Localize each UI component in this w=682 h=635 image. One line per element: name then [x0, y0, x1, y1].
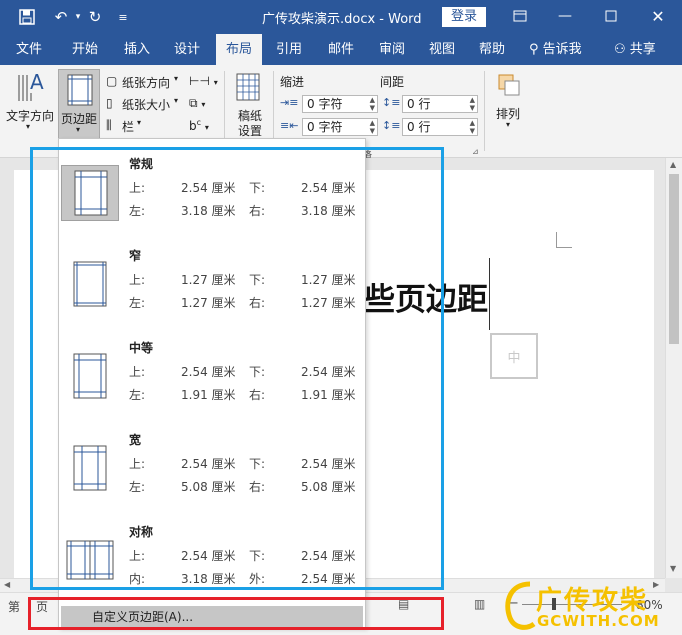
- columns-icon: ⫼: [106, 118, 112, 132]
- close-icon[interactable]: ✕: [643, 4, 673, 28]
- scroll-right-icon[interactable]: ▶: [653, 580, 659, 589]
- spin-arrows-icon[interactable]: ▲ ▼: [370, 119, 375, 135]
- ribbon-tabs: 文件 开始 插入 设计 布局 引用 邮件 审阅 视图 帮助 ⚲ 告诉我 ⚇ 共享: [0, 34, 682, 65]
- search-icon: ⚲: [529, 42, 539, 57]
- manuscript-label-line2: 设置: [238, 124, 263, 138]
- paragraph-dialog-launcher-icon[interactable]: ⊿: [472, 147, 479, 156]
- breaks-icon[interactable]: ⊢⊣ ▾: [189, 74, 218, 88]
- columns-dropdown-icon: ▾: [137, 118, 142, 127]
- scroll-thumb[interactable]: [669, 174, 679, 344]
- vertical-scrollbar[interactable]: ▲ ▼: [665, 158, 682, 578]
- spacing-after-input[interactable]: 0 行 ▲ ▼: [402, 118, 478, 136]
- margins-button[interactable]: 页边距 ▾: [58, 69, 100, 139]
- customize-qat-icon[interactable]: ≡: [112, 6, 134, 28]
- size-icon: ▯: [106, 96, 113, 110]
- watermark-url: GCWITH.COM: [537, 612, 660, 630]
- minimize-icon[interactable]: —: [550, 4, 580, 28]
- margins-dropdown-icon: ▾: [76, 125, 81, 134]
- person-icon: ⚇: [614, 42, 626, 57]
- ribbon-display-icon[interactable]: [505, 4, 535, 28]
- indent-left-input[interactable]: 0 字符 ▲ ▼: [302, 95, 378, 113]
- indent-right-input[interactable]: 0 字符 ▲ ▼: [302, 118, 378, 136]
- orientation-label: 纸张方向: [122, 76, 171, 90]
- page-indicator[interactable]: 第: [8, 598, 20, 615]
- text-direction-dropdown-icon: ▾: [26, 122, 31, 131]
- size-label: 纸张大小: [122, 98, 171, 112]
- spin-arrows-icon[interactable]: ▲ ▼: [470, 119, 475, 135]
- spacing-before-icon: ↕≡: [382, 96, 401, 109]
- tab-design[interactable]: 设计: [166, 34, 208, 65]
- save-icon[interactable]: [16, 6, 38, 28]
- ribbon-separator: [484, 71, 485, 151]
- columns-label: 栏: [122, 120, 135, 134]
- tab-references[interactable]: 引用: [268, 34, 310, 65]
- web-layout-icon[interactable]: ▥: [474, 597, 485, 611]
- spacing-after-icon: ↕≡: [382, 119, 401, 132]
- maximize-icon[interactable]: [596, 4, 626, 28]
- document-box-text: 中: [507, 350, 521, 366]
- highlight-frame-presets: [30, 147, 444, 590]
- redo-icon[interactable]: ↻: [84, 6, 106, 28]
- arrange-dropdown-icon: ▾: [506, 120, 511, 129]
- svg-text:A: A: [30, 71, 44, 94]
- scroll-left-icon[interactable]: ◀: [4, 580, 10, 589]
- hyphenation-icon[interactable]: bc ▾: [189, 118, 209, 133]
- tell-me-label: 告诉我: [542, 42, 582, 57]
- indent-right-value: 0 字符: [307, 120, 343, 134]
- scroll-up-icon[interactable]: ▲: [670, 160, 676, 169]
- tab-help[interactable]: 帮助: [471, 34, 513, 65]
- scroll-down-icon[interactable]: ▼: [670, 564, 676, 573]
- highlight-frame-custom: [28, 597, 444, 630]
- text-direction-icon: A: [16, 70, 48, 110]
- indent-right-icon: ≡⇤: [280, 119, 299, 132]
- share-button[interactable]: ⚇ 共享: [614, 34, 662, 65]
- spin-arrows-icon[interactable]: ▲ ▼: [470, 96, 475, 112]
- arrange-icon: [497, 73, 521, 100]
- spacing-label: 间距: [380, 75, 405, 89]
- text-cursor: [489, 258, 490, 330]
- spacing-after-value: 0 行: [407, 120, 431, 134]
- share-label: 共享: [629, 42, 656, 57]
- margins-icon: [67, 74, 93, 109]
- tab-file[interactable]: 文件: [8, 34, 50, 65]
- tab-mailings[interactable]: 邮件: [320, 34, 362, 65]
- spacing-before-value: 0 行: [407, 97, 431, 111]
- tell-me-search[interactable]: ⚲ 告诉我: [529, 34, 591, 65]
- indent-left-icon: ⇥≡: [280, 96, 299, 109]
- watermark-swoosh-icon: [505, 581, 536, 630]
- tab-home[interactable]: 开始: [64, 34, 106, 65]
- margin-corner-mark: [556, 232, 572, 248]
- document-box[interactable]: 中: [490, 333, 538, 379]
- window-title: 广传攻柴演示.docx - Word: [262, 12, 422, 27]
- size-dropdown-icon: ▾: [174, 96, 179, 105]
- orientation-dropdown-icon: ▾: [174, 74, 179, 83]
- indent-label: 缩进: [280, 75, 305, 89]
- tab-view[interactable]: 视图: [421, 34, 463, 65]
- tab-insert[interactable]: 插入: [116, 34, 158, 65]
- spacing-before-input[interactable]: 0 行 ▲ ▼: [402, 95, 478, 113]
- tab-review[interactable]: 审阅: [371, 34, 413, 65]
- login-button[interactable]: 登录: [442, 7, 486, 27]
- orientation-icon: ▢: [106, 74, 118, 88]
- indent-left-value: 0 字符: [307, 97, 343, 111]
- line-numbers-icon[interactable]: ⧉ ▾: [189, 96, 205, 111]
- title-bar: ↶ ▾ ↻ ≡ 广传攻柴演示.docx - Word 登录 — ✕: [0, 0, 682, 34]
- spin-arrows-icon[interactable]: ▲ ▼: [370, 96, 375, 112]
- tab-layout[interactable]: 布局: [216, 34, 262, 65]
- manuscript-icon: [236, 73, 260, 104]
